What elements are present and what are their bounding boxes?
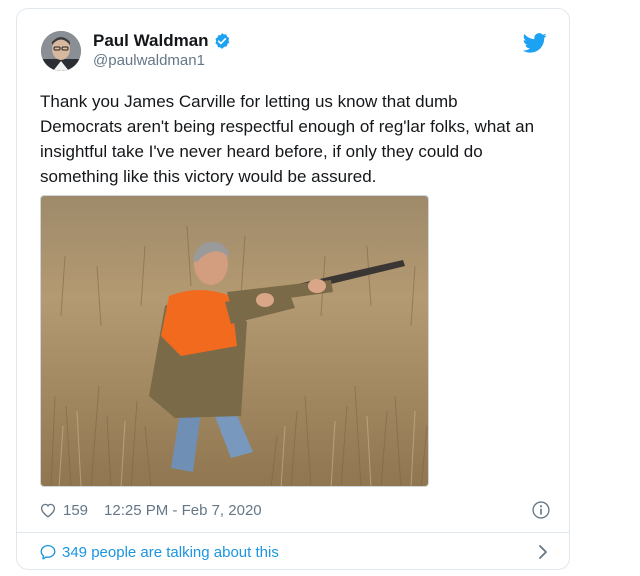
user-info[interactable]: Paul Waldman @paulwaldman1	[93, 31, 231, 71]
speech-bubble-icon	[40, 544, 56, 560]
twitter-bird-icon[interactable]	[523, 33, 547, 53]
like-count[interactable]: 159	[63, 502, 88, 519]
tweet-photo[interactable]	[40, 195, 429, 487]
heart-icon[interactable]	[39, 501, 57, 519]
tweet-header: Paul Waldman @paulwaldman1	[41, 31, 231, 71]
timestamp[interactable]: 12:25 PM - Feb 7, 2020	[104, 502, 262, 519]
avatar[interactable]	[41, 31, 81, 71]
author-name[interactable]: Paul Waldman	[93, 31, 209, 51]
tweet-meta: 159 12:25 PM - Feb 7, 2020	[39, 499, 551, 521]
divider	[17, 532, 569, 533]
conversation-link[interactable]: 349 people are talking about this	[39, 541, 551, 563]
conversation-label[interactable]: 349 people are talking about this	[62, 544, 279, 561]
verified-badge-icon	[214, 33, 229, 49]
info-icon[interactable]	[531, 500, 551, 520]
chevron-right-icon[interactable]	[535, 543, 551, 561]
author-handle[interactable]: @paulwaldman1	[93, 51, 231, 71]
tweet-card[interactable]: Paul Waldman @paulwaldman1 Thank you Jam…	[16, 8, 570, 570]
tweet-text: Thank you James Carville for letting us …	[40, 92, 535, 186]
